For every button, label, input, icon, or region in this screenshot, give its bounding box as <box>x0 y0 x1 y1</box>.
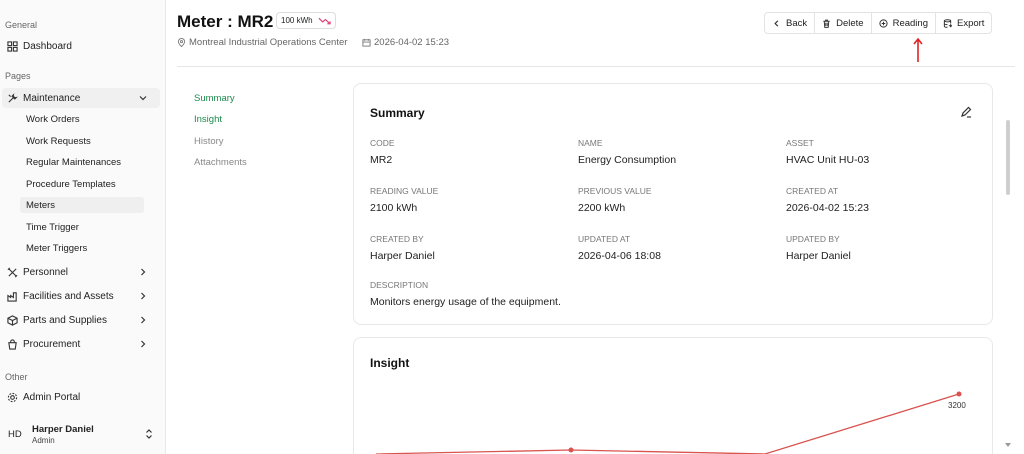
delete-button[interactable]: Delete <box>815 12 872 34</box>
field-label: CREATED AT <box>786 186 839 196</box>
field-label: UPDATED AT <box>578 234 631 244</box>
header-divider <box>177 66 1015 67</box>
location: Montreal Industrial Operations Center <box>177 37 347 48</box>
sidebar-item-label: Parts and Supplies <box>23 314 107 326</box>
reading-badge: 100 kWh <box>276 12 336 29</box>
chevron-down-icon <box>139 96 147 101</box>
chevron-right-icon <box>141 292 146 300</box>
field-previous-value: 2200 kWh <box>578 202 626 214</box>
map-pin-icon <box>177 38 186 47</box>
dashboard-icon <box>6 40 18 52</box>
sidebar-item-procedure-templates[interactable]: Procedure Templates <box>26 176 116 192</box>
anchor-summary[interactable]: Summary <box>194 93 235 104</box>
trash-icon <box>823 19 830 28</box>
sidebar-item-procurement[interactable]: Procurement <box>6 336 160 352</box>
anchor-history[interactable]: History <box>194 136 224 147</box>
sidebar-item-label: Dashboard <box>23 40 72 52</box>
section-other: Other <box>5 372 28 382</box>
chevron-right-icon <box>141 340 146 348</box>
badge-value: 100 kWh <box>281 16 313 25</box>
wrench-icon <box>6 92 18 104</box>
section-pages: Pages <box>5 71 31 81</box>
field-name: Energy Consumption <box>578 154 677 166</box>
field-label: UPDATED BY <box>786 234 840 244</box>
export-button[interactable]: Export <box>935 12 993 34</box>
created-datetime: 2026-04-02 15:23 <box>362 37 449 48</box>
sidebar-item-parts[interactable]: Parts and Supplies <box>6 312 160 328</box>
chevron-left-icon <box>774 19 779 27</box>
field-updated-by: Harper Daniel <box>786 250 851 262</box>
insight-card: Insight 3200 <box>353 337 993 454</box>
field-code: MR2 <box>370 154 393 166</box>
field-label: ASSET <box>786 138 814 148</box>
sidebar-item-label: Maintenance <box>23 92 81 104</box>
user-role: Admin <box>32 436 55 445</box>
insight-chart: 3200 <box>375 391 966 454</box>
database-export-icon <box>943 18 952 28</box>
chart-data-label: 3200 <box>948 401 966 410</box>
sidebar-item-personnel[interactable]: Personnel <box>6 264 160 280</box>
anchor-insight[interactable]: Insight <box>194 114 222 125</box>
sidebar-item-regular-maintenances[interactable]: Regular Maintenances <box>26 154 121 170</box>
location-text: Montreal Industrial Operations Center <box>189 37 348 48</box>
field-updated-at: 2026-04-06 18:08 <box>578 250 661 262</box>
sidebar-item-facilities[interactable]: Facilities and Assets <box>6 288 160 304</box>
trend-down-icon <box>318 17 331 25</box>
pencil-icon[interactable] <box>960 106 972 118</box>
anchor-attachments[interactable]: Attachments <box>194 157 247 168</box>
summary-title: Summary <box>370 106 425 120</box>
box-icon <box>6 314 18 326</box>
description-label: DESCRIPTION <box>370 280 429 290</box>
sidebar-item-dashboard[interactable]: Dashboard <box>6 38 72 54</box>
shopping-bag-icon <box>6 338 18 350</box>
reading-button[interactable]: Reading <box>871 12 936 34</box>
sidebar-item-maintenance[interactable]: Maintenance <box>6 90 160 106</box>
sidebar-item-admin-portal[interactable]: Admin Portal <box>6 389 80 405</box>
scrollbar-thumb[interactable] <box>1006 120 1010 195</box>
field-label: CREATED BY <box>370 234 424 244</box>
action-toolbar: Back Delete Reading Export <box>764 12 993 34</box>
field-created-by: Harper Daniel <box>370 250 435 262</box>
page-title: Meter : MR2 <box>177 12 274 31</box>
gear-icon <box>6 391 18 403</box>
field-reading-value: 2100 kWh <box>370 202 418 214</box>
sidebar: General Dashboard Pages Maintenance Work… <box>0 0 166 454</box>
field-label: PREVIOUS VALUE <box>578 186 652 196</box>
chart-point[interactable] <box>568 447 574 453</box>
factory-icon <box>6 290 18 302</box>
datetime-text: 2026-04-02 15:23 <box>374 37 450 48</box>
user-menu[interactable]: HD Harper Daniel Admin <box>0 418 166 454</box>
field-label: CODE <box>370 138 395 148</box>
avatar: HD <box>8 429 22 440</box>
sidebar-item-work-requests[interactable]: Work Requests <box>26 133 91 149</box>
section-general: General <box>5 20 38 30</box>
field-label: READING VALUE <box>370 186 439 196</box>
sidebar-item-label: Procurement <box>23 338 81 350</box>
field-label: NAME <box>578 138 603 148</box>
sidebar-item-label: Facilities and Assets <box>23 290 114 302</box>
user-name: Harper Daniel <box>32 424 94 435</box>
scroll-down-icon[interactable] <box>1005 442 1011 448</box>
field-created-at: 2026-04-02 15:23 <box>786 202 869 214</box>
description-text: Monitors energy usage of the equipment. <box>370 296 561 308</box>
chart-point[interactable] <box>956 391 962 397</box>
summary-card: Summary CODE MR2 NAME Energy Consumption… <box>353 83 993 325</box>
sidebar-item-meters[interactable]: Meters <box>20 197 144 213</box>
field-asset: HVAC Unit HU-03 <box>786 154 870 166</box>
chevron-updown-icon <box>146 429 152 439</box>
back-button[interactable]: Back <box>764 12 816 34</box>
chevron-right-icon <box>141 316 146 324</box>
sidebar-item-time-trigger[interactable]: Time Trigger <box>26 219 79 235</box>
tools-icon <box>6 266 18 278</box>
chart-line <box>375 393 960 454</box>
calendar-icon <box>362 38 371 47</box>
sidebar-item-label: Admin Portal <box>23 391 81 403</box>
sidebar-item-meter-triggers[interactable]: Meter Triggers <box>26 240 87 256</box>
sidebar-item-label: Personnel <box>23 266 69 278</box>
annotation-arrow-icon <box>913 37 923 62</box>
sidebar-item-work-orders[interactable]: Work Orders <box>26 111 80 127</box>
chevron-right-icon <box>141 268 146 276</box>
plus-circle-icon <box>878 18 888 28</box>
